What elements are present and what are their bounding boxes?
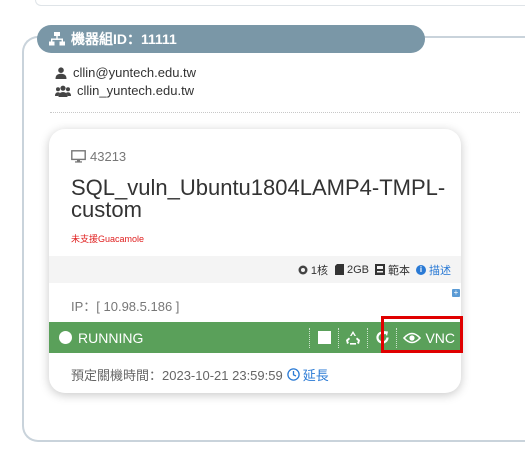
desktop-icon xyxy=(71,150,86,163)
divider xyxy=(50,112,520,113)
sitemap-icon xyxy=(49,32,65,46)
vm-ip: IP：[ 10.98.5.186 ] xyxy=(71,299,180,314)
users-icon xyxy=(55,85,71,97)
expand-plus-icon[interactable]: + xyxy=(452,289,460,297)
vm-card: 43213 SQL_vuln_Ubuntu1804LAMP4-TMPL-cust… xyxy=(49,129,461,393)
reset-button[interactable] xyxy=(339,322,367,353)
owner-group-name: cllin_yuntech.edu.tw xyxy=(77,83,195,98)
user-icon xyxy=(55,67,67,79)
recycle-icon xyxy=(346,330,361,345)
owner-email-row: cllin@yuntech.edu.tw xyxy=(55,64,196,82)
scheduled-shutdown: 預定關機時間：2023-10-21 23:59:59 延長 xyxy=(71,365,329,384)
cpu-cores: 1核 xyxy=(310,264,328,277)
owner-email: cllin@yuntech.edu.tw xyxy=(73,65,197,80)
vnc-highlight-box xyxy=(381,316,463,353)
stop-icon xyxy=(317,331,331,344)
memory-size: 2GB xyxy=(346,263,369,276)
status-dot-icon xyxy=(59,331,72,344)
machine-group-id: 機器組ID：11111 xyxy=(71,31,177,47)
vm-name: SQL_vuln_Ubuntu1804LAMP4-TMPL-custom xyxy=(71,175,446,222)
owner-info: cllin@yuntech.edu.tw cllin_yuntech.edu.t… xyxy=(55,64,196,100)
cpu-icon xyxy=(298,265,308,274)
vm-specs: 1核 2GB 範本 i 描述 xyxy=(49,256,461,283)
info-icon: i xyxy=(416,264,426,275)
template-label: 範本 xyxy=(388,264,410,277)
vm-status-text: RUNNING xyxy=(78,329,144,346)
running-indicator: RUNNING xyxy=(49,330,309,346)
scheduled-shutdown-text: 預定關機時間：2023-10-21 23:59:59 xyxy=(71,368,283,383)
vm-id-text: 43213 xyxy=(90,149,127,164)
extend-link[interactable]: 延長 xyxy=(286,365,329,384)
describe-link[interactable]: 描述 xyxy=(429,262,451,278)
extend-label: 延長 xyxy=(302,368,329,383)
stop-button[interactable] xyxy=(310,322,338,353)
machine-group-header: 機器組ID：11111 xyxy=(37,25,425,53)
clock-icon xyxy=(286,368,300,381)
owner-group-row: cllin_yuntech.edu.tw xyxy=(55,82,196,100)
previous-section-border xyxy=(35,0,525,6)
template-icon xyxy=(375,264,385,275)
sd-card-icon xyxy=(334,264,344,275)
guacamole-warning: 未支援Guacamole xyxy=(71,234,145,244)
vm-id: 43213 xyxy=(71,149,126,164)
